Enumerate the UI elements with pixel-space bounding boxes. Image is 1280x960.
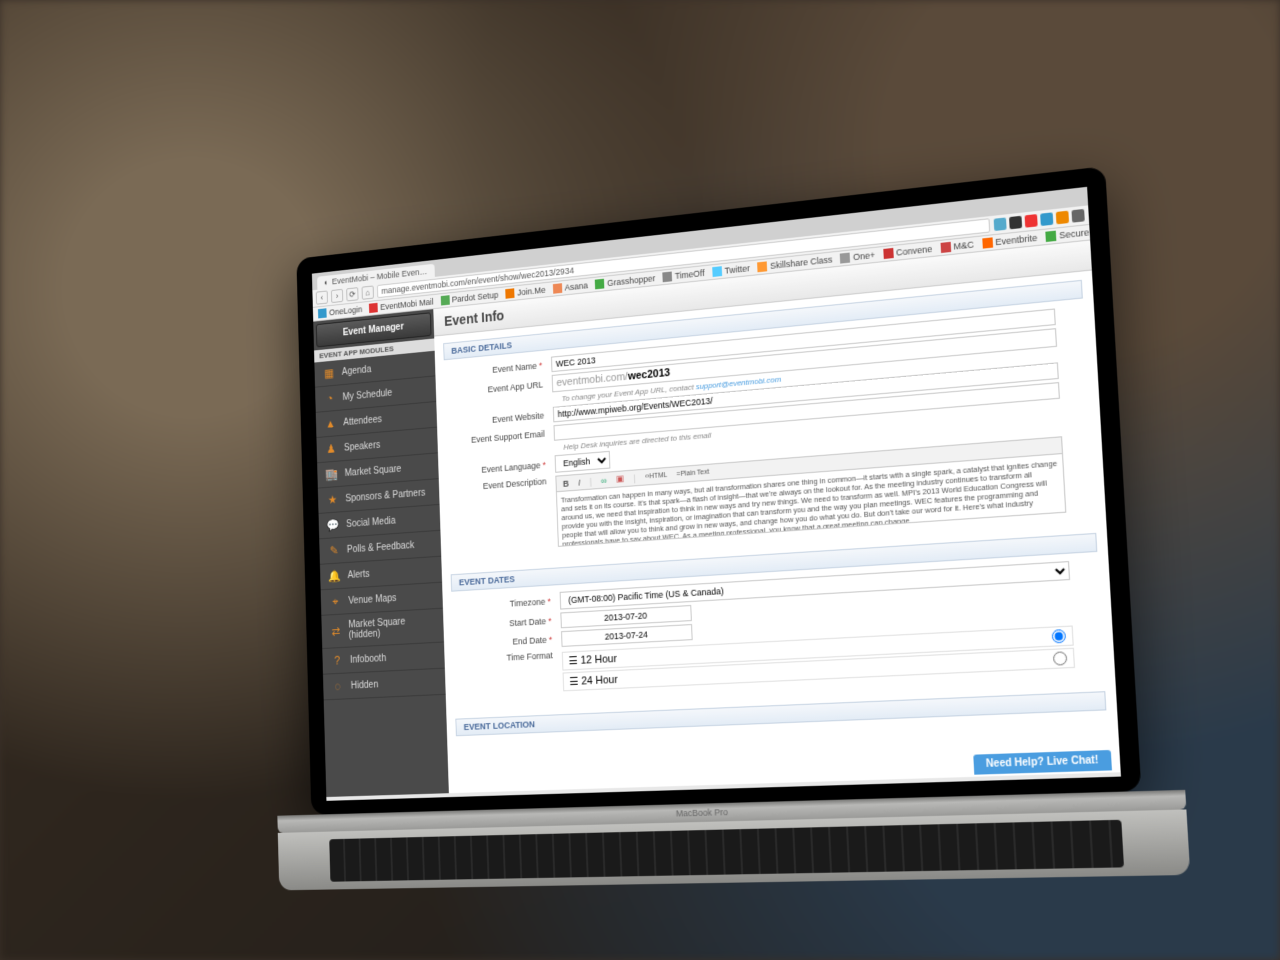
separator: | bbox=[630, 473, 638, 483]
home-button[interactable]: ⌂ bbox=[362, 285, 374, 299]
ext-icon[interactable] bbox=[1071, 209, 1084, 223]
globe-icon: ◐ bbox=[324, 277, 329, 287]
separator: | bbox=[587, 476, 595, 486]
sidebar-item-label: Market Square bbox=[345, 463, 402, 478]
sidebar-item-label: My Schedule bbox=[342, 387, 392, 402]
label-language: Event Language * bbox=[447, 459, 555, 477]
sidebar-item-label: Sponsors & Partners bbox=[345, 487, 425, 504]
bookmark[interactable]: Twitter bbox=[712, 263, 750, 277]
ext-icon[interactable] bbox=[1025, 214, 1038, 228]
forward-button[interactable]: › bbox=[331, 289, 343, 303]
language-select[interactable]: English bbox=[555, 451, 611, 473]
sidebar-item-label: Venue Maps bbox=[348, 593, 396, 606]
label-app-url: Event App URL bbox=[445, 379, 553, 398]
bookmark[interactable]: TimeOff bbox=[663, 268, 705, 282]
bookmark[interactable]: One+ bbox=[840, 250, 875, 264]
label-start-date: Start Date * bbox=[452, 615, 561, 631]
ext-icon[interactable] bbox=[994, 217, 1007, 231]
bell-icon: 🔔 bbox=[329, 569, 341, 583]
info-icon: ? bbox=[331, 654, 343, 668]
bookmark[interactable]: M&C bbox=[940, 239, 974, 253]
ext-icon[interactable] bbox=[1009, 216, 1022, 230]
image-button[interactable]: ▣ bbox=[613, 473, 627, 485]
ext-icon[interactable] bbox=[1056, 211, 1069, 225]
label-end-date: End Date * bbox=[453, 634, 562, 650]
sidebar-item-label: Hidden bbox=[351, 679, 379, 691]
radio-12hr[interactable] bbox=[1051, 629, 1066, 643]
bookmark[interactable]: Join.Me bbox=[505, 285, 545, 299]
sidebar: Event Manager EVENT APP MODULES ▦Agenda … bbox=[313, 309, 449, 797]
sidebar-item-label: Attendees bbox=[343, 414, 382, 428]
market-icon: 🏬 bbox=[326, 467, 338, 481]
html-button[interactable]: ‹›HTML bbox=[642, 472, 670, 481]
bookmark[interactable]: Asana bbox=[553, 280, 588, 293]
back-button[interactable]: ‹ bbox=[316, 290, 328, 304]
sidebar-item-label: Polls & Feedback bbox=[347, 540, 415, 555]
live-chat-button[interactable]: Need Help? Live Chat! bbox=[973, 750, 1112, 775]
ext-icon[interactable] bbox=[1040, 212, 1053, 226]
label-support-email: Event Support Email bbox=[446, 428, 554, 447]
reload-button[interactable]: ⟳ bbox=[346, 287, 358, 301]
speakers-icon: ♟ bbox=[325, 442, 337, 456]
attendees-icon: ▲ bbox=[324, 417, 336, 431]
sidebar-item-label: Speakers bbox=[344, 440, 381, 453]
sidebar-item-label: Infobooth bbox=[350, 653, 386, 665]
label-timezone: Timezone * bbox=[452, 596, 561, 612]
plain-text-button[interactable]: =Plain Text bbox=[674, 469, 713, 479]
link-button[interactable]: ∞ bbox=[598, 475, 610, 486]
agenda-icon: ▦ bbox=[323, 366, 335, 380]
chat-icon: 💬 bbox=[327, 518, 339, 532]
sidebar-item-label: Agenda bbox=[342, 364, 372, 377]
clock-icon: ◔ bbox=[324, 391, 336, 405]
sidebar-item-hidden[interactable]: ◌ Hidden bbox=[323, 669, 446, 701]
sidebar-item-label: Alerts bbox=[347, 569, 369, 581]
map-icon: ⌖ bbox=[329, 595, 341, 609]
star-icon: ★ bbox=[326, 493, 338, 507]
market-icon: ⇄ bbox=[330, 624, 342, 638]
sidebar-item-label: Social Media bbox=[346, 515, 396, 529]
label-time-format: Time Format bbox=[453, 650, 562, 665]
radio-24hr[interactable] bbox=[1053, 651, 1068, 665]
main-content: Event Info BASIC DETAILS Event Name * Ev… bbox=[433, 240, 1120, 793]
hidden-icon: ◌ bbox=[332, 679, 344, 693]
italic-button[interactable]: I bbox=[575, 477, 583, 487]
polls-icon: ✎ bbox=[328, 544, 340, 558]
app-url-slug: wec2013 bbox=[628, 367, 671, 383]
bold-button[interactable]: B bbox=[560, 478, 572, 489]
sidebar-item-label: Market Square (hidden) bbox=[348, 615, 435, 641]
